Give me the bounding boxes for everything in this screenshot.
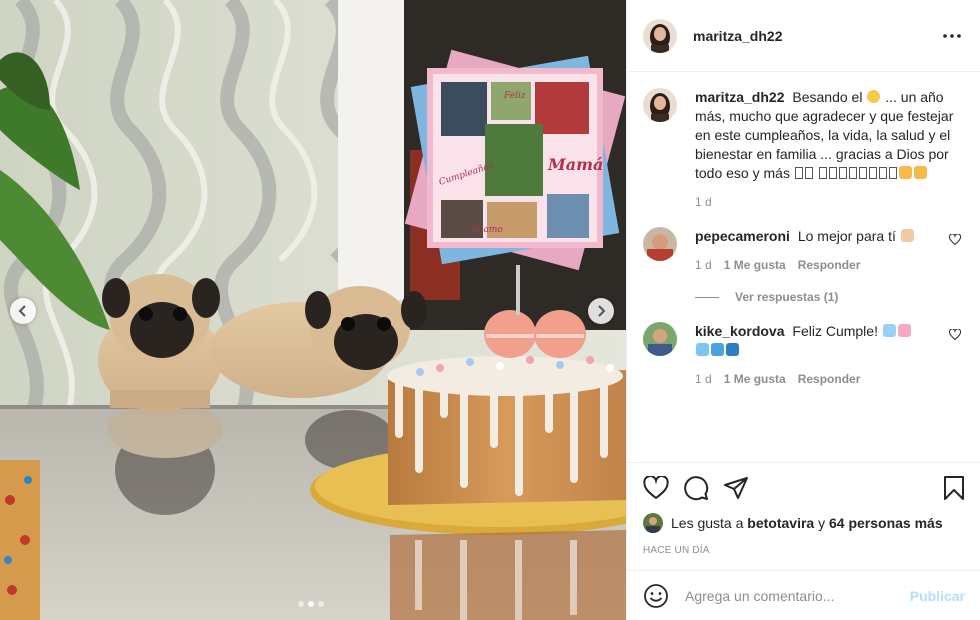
avatar[interactable] bbox=[643, 322, 677, 356]
cake-emoji-icon bbox=[897, 324, 911, 337]
comment-item: pepecameroni Lo mejor para tí 1 d 1 Me g… bbox=[643, 227, 965, 272]
comment-body: Feliz Cumple! bbox=[792, 323, 878, 339]
post-header: maritza_dh22 bbox=[627, 0, 980, 72]
caption-text-part1: Besando el bbox=[792, 89, 863, 105]
carousel-indicator bbox=[298, 601, 324, 607]
paper-plane-icon bbox=[724, 477, 748, 499]
comment-item: kike_kordova Feliz Cumple! 1 d 1 Me gust… bbox=[643, 322, 965, 386]
post-caption: maritza_dh22 Besando el ... un año más, … bbox=[643, 88, 965, 209]
comment-button[interactable] bbox=[683, 468, 723, 508]
comment-bubble-icon bbox=[684, 476, 709, 501]
post-actions-section: Les gusta a betotavira y 64 personas más… bbox=[627, 462, 980, 556]
like-comment-button[interactable] bbox=[948, 328, 962, 346]
user-avatar-image bbox=[643, 18, 677, 53]
replies-divider-line bbox=[695, 296, 719, 298]
liker-avatar bbox=[643, 513, 663, 533]
yellow-heart-emoji-icon bbox=[898, 166, 912, 179]
caption-username[interactable]: maritza_dh22 bbox=[695, 89, 784, 105]
publish-button[interactable]: Publicar bbox=[910, 588, 965, 604]
post-photo[interactable]: Feliz Cumpleaños Mamá Te amo bbox=[0, 0, 626, 620]
sun-emoji-icon bbox=[867, 90, 881, 103]
heart-icon bbox=[948, 328, 962, 341]
comment-time[interactable]: 1 d bbox=[695, 258, 712, 272]
bookmark-icon bbox=[944, 476, 964, 500]
topper-text-teamo: Te amo bbox=[470, 225, 503, 235]
previous-photo-button[interactable] bbox=[10, 298, 36, 324]
post-author-username[interactable]: maritza_dh22 bbox=[693, 28, 782, 44]
more-horizontal-icon bbox=[943, 33, 961, 38]
comment-time[interactable]: 1 d bbox=[695, 372, 712, 386]
add-comment-bar: Publicar bbox=[627, 570, 980, 620]
caption-time[interactable]: 1 d bbox=[695, 195, 712, 209]
likes-summary[interactable]: Les gusta a betotavira y 64 personas más bbox=[627, 513, 980, 533]
caption-text: maritza_dh22 Besando el ... un año más, … bbox=[695, 88, 957, 183]
view-replies-button[interactable]: Ver respuestas (1) bbox=[695, 290, 965, 304]
topper-text-feliz: Feliz bbox=[503, 91, 526, 101]
likes-connector: y bbox=[818, 515, 826, 531]
more-options-button[interactable] bbox=[940, 24, 964, 48]
heart-icon bbox=[643, 476, 669, 500]
comments-list[interactable]: maritza_dh22 Besando el ... un año más, … bbox=[627, 72, 980, 462]
likes-others-count[interactable]: 64 personas más bbox=[829, 515, 943, 531]
balloon-emoji-icon bbox=[711, 343, 724, 356]
avatar[interactable] bbox=[643, 88, 677, 122]
commenter-avatar-image bbox=[643, 322, 677, 356]
heart-icon bbox=[948, 233, 962, 246]
smiley-icon bbox=[644, 583, 668, 608]
carousel-dot bbox=[298, 601, 304, 607]
avatar[interactable] bbox=[643, 18, 677, 53]
view-replies-label: Ver respuestas (1) bbox=[735, 290, 839, 304]
like-button[interactable] bbox=[643, 468, 683, 508]
reply-button[interactable]: Responder bbox=[798, 258, 861, 272]
confetti-emoji-icon bbox=[882, 324, 896, 337]
comment-body: Lo mejor para tí bbox=[797, 228, 896, 244]
likes-prefix: Les gusta a bbox=[671, 515, 744, 531]
carousel-dot bbox=[318, 601, 324, 607]
comment-likes-button[interactable]: 1 Me gusta bbox=[724, 372, 786, 386]
liker-avatar-image bbox=[643, 513, 663, 533]
user-avatar-image bbox=[643, 88, 677, 122]
save-button[interactable] bbox=[925, 468, 965, 508]
share-button[interactable] bbox=[723, 468, 763, 508]
caption-meta: 1 d bbox=[695, 195, 957, 209]
comment-likes-button[interactable]: 1 Me gusta bbox=[724, 258, 786, 272]
next-photo-button[interactable] bbox=[588, 298, 614, 324]
comment-input[interactable] bbox=[685, 587, 910, 604]
gift-emoji-icon bbox=[726, 343, 739, 356]
commenter-avatar-image bbox=[643, 227, 677, 261]
comment-text: pepecameroni Lo mejor para tí bbox=[695, 227, 957, 246]
comment-meta: 1 d 1 Me gusta Responder bbox=[695, 372, 957, 386]
like-comment-button[interactable] bbox=[948, 233, 962, 251]
reply-button[interactable]: Responder bbox=[798, 372, 861, 386]
comment-username[interactable]: pepecameroni bbox=[695, 228, 790, 244]
carousel-dot-active bbox=[308, 601, 314, 607]
chevron-right-icon bbox=[598, 305, 606, 317]
emoji-picker-button[interactable] bbox=[643, 583, 669, 609]
unsupported-glyphs bbox=[794, 165, 898, 181]
post-timestamp[interactable]: HACE UN DÍA bbox=[627, 545, 980, 556]
comment-text: kike_kordova Feliz Cumple! bbox=[695, 322, 957, 360]
topper-text-mama: Mamá bbox=[547, 155, 603, 174]
avatar[interactable] bbox=[643, 227, 677, 261]
chevron-left-icon bbox=[18, 305, 26, 317]
yellow-heart-emoji-icon bbox=[913, 166, 927, 179]
praying-hands-emoji-icon bbox=[900, 229, 914, 242]
liker-username[interactable]: betotavira bbox=[747, 515, 814, 531]
comment-username[interactable]: kike_kordova bbox=[695, 323, 785, 339]
photo-scene: Feliz Cumpleaños Mamá Te amo bbox=[0, 0, 626, 620]
instagram-post: Feliz Cumpleaños Mamá Te amo maritza_dh2… bbox=[0, 0, 980, 620]
balloon-emoji-icon bbox=[696, 343, 709, 356]
comment-meta: 1 d 1 Me gusta Responder bbox=[695, 258, 957, 272]
post-side-panel: maritza_dh22 maritza_dh22 Besando el ...… bbox=[626, 0, 980, 620]
action-bar bbox=[627, 463, 980, 513]
